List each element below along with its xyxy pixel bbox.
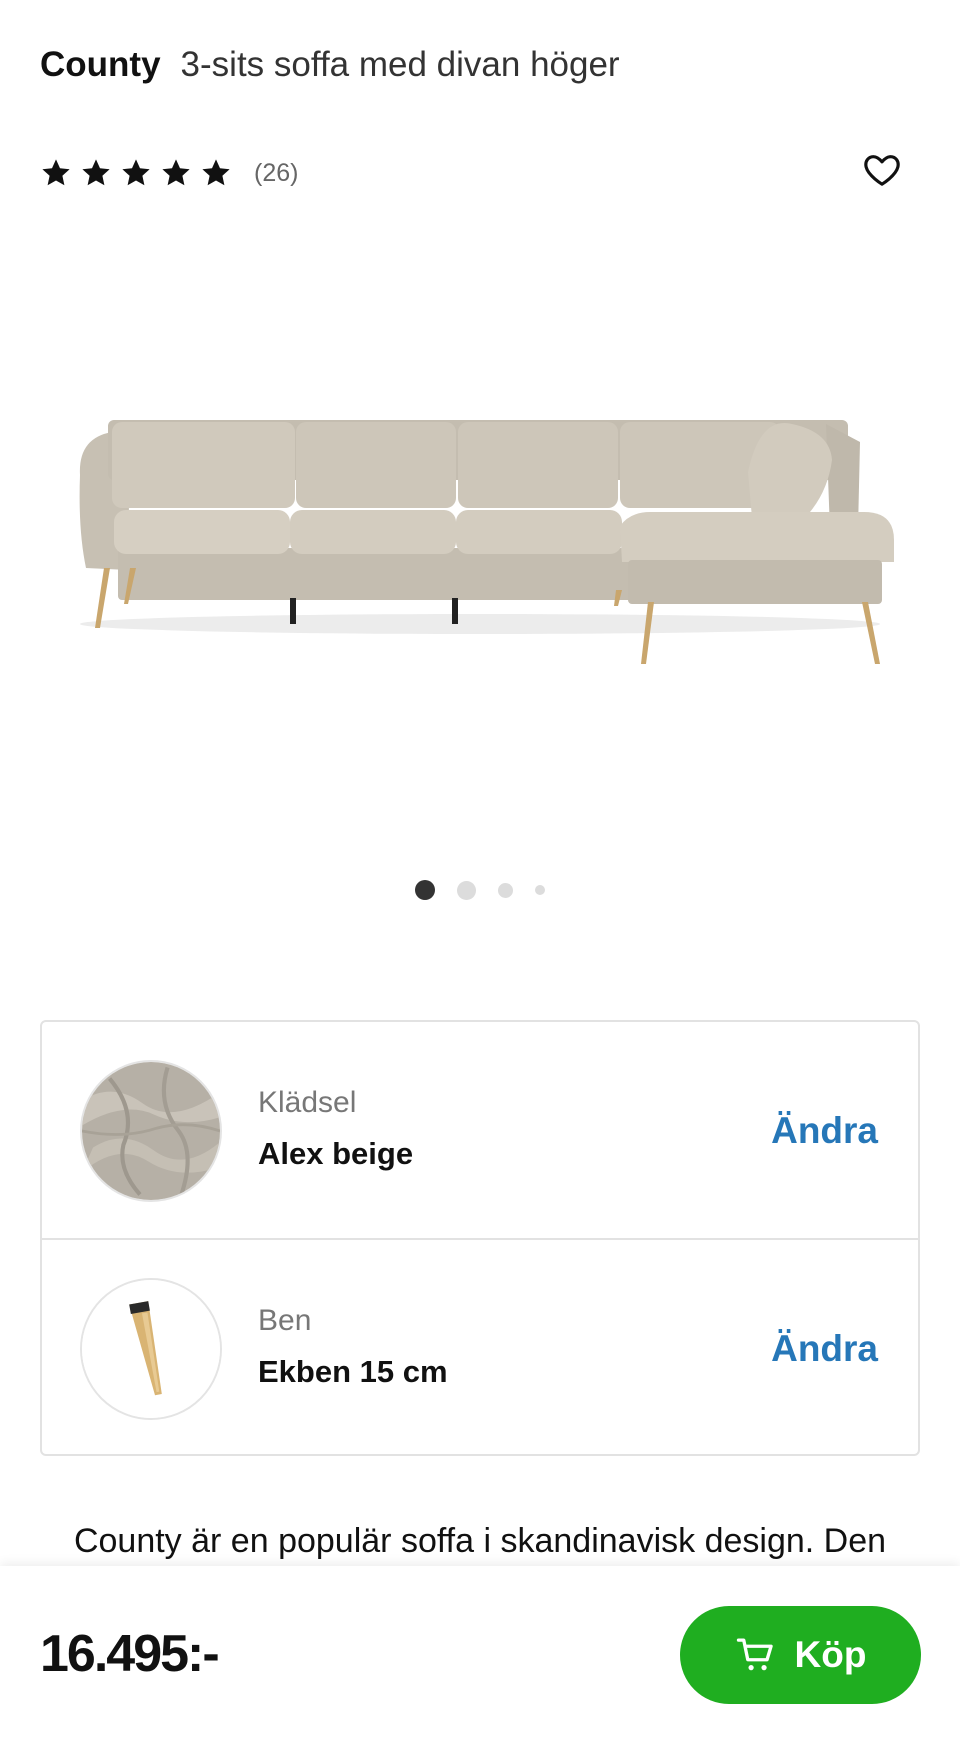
product-price: 16.495:-: [40, 1625, 220, 1683]
star-icon: [202, 159, 230, 186]
product-description: County är en populär soffa i skandinavis…: [73, 1522, 887, 1560]
cart-icon: [736, 1638, 773, 1671]
option-label: Ben: [258, 1304, 312, 1337]
carousel-dot[interactable]: [457, 880, 476, 900]
carousel-dot[interactable]: [498, 882, 513, 898]
carousel-dot[interactable]: [535, 885, 545, 895]
product-title: County 3-sits soffa med divan höger: [40, 40, 620, 90]
buy-button[interactable]: Köp: [680, 1606, 921, 1704]
option-value: Alex beige: [258, 1136, 414, 1171]
buy-label: Köp: [794, 1634, 867, 1675]
rating-row[interactable]: (26): [40, 151, 298, 195]
config-row-upholstery[interactable]: Klädsel Alex beige Ändra: [42, 1022, 918, 1238]
fabric-swatch-icon: [80, 1060, 222, 1202]
product-configuration: Klädsel Alex beige Ändra Ben Ekben 15 cm…: [40, 1020, 920, 1456]
config-row-legs[interactable]: Ben Ekben 15 cm Ändra: [42, 1238, 918, 1454]
review-count[interactable]: (26): [254, 159, 298, 188]
product-name: 3-sits soffa med divan höger: [180, 45, 620, 84]
star-rating: [40, 157, 232, 189]
heart-icon[interactable]: [862, 150, 902, 190]
star-icon: [82, 159, 110, 186]
option-label: Klädsel: [258, 1086, 357, 1119]
star-icon: [162, 159, 190, 186]
change-upholstery-button[interactable]: Ändra: [771, 1110, 878, 1152]
product-brand: County: [40, 45, 161, 84]
purchase-bar: 16.495:- Köp: [0, 1566, 960, 1742]
change-legs-button[interactable]: Ändra: [771, 1328, 878, 1370]
image-carousel-dots: [0, 878, 960, 902]
option-value: Ekben 15 cm: [258, 1354, 448, 1389]
product-image[interactable]: [0, 380, 960, 680]
star-icon: [42, 159, 70, 186]
sofa-image: [79, 420, 894, 664]
star-icon: [122, 159, 150, 186]
carousel-dot-active[interactable]: [415, 880, 435, 900]
wooden-leg-icon: [80, 1278, 222, 1420]
